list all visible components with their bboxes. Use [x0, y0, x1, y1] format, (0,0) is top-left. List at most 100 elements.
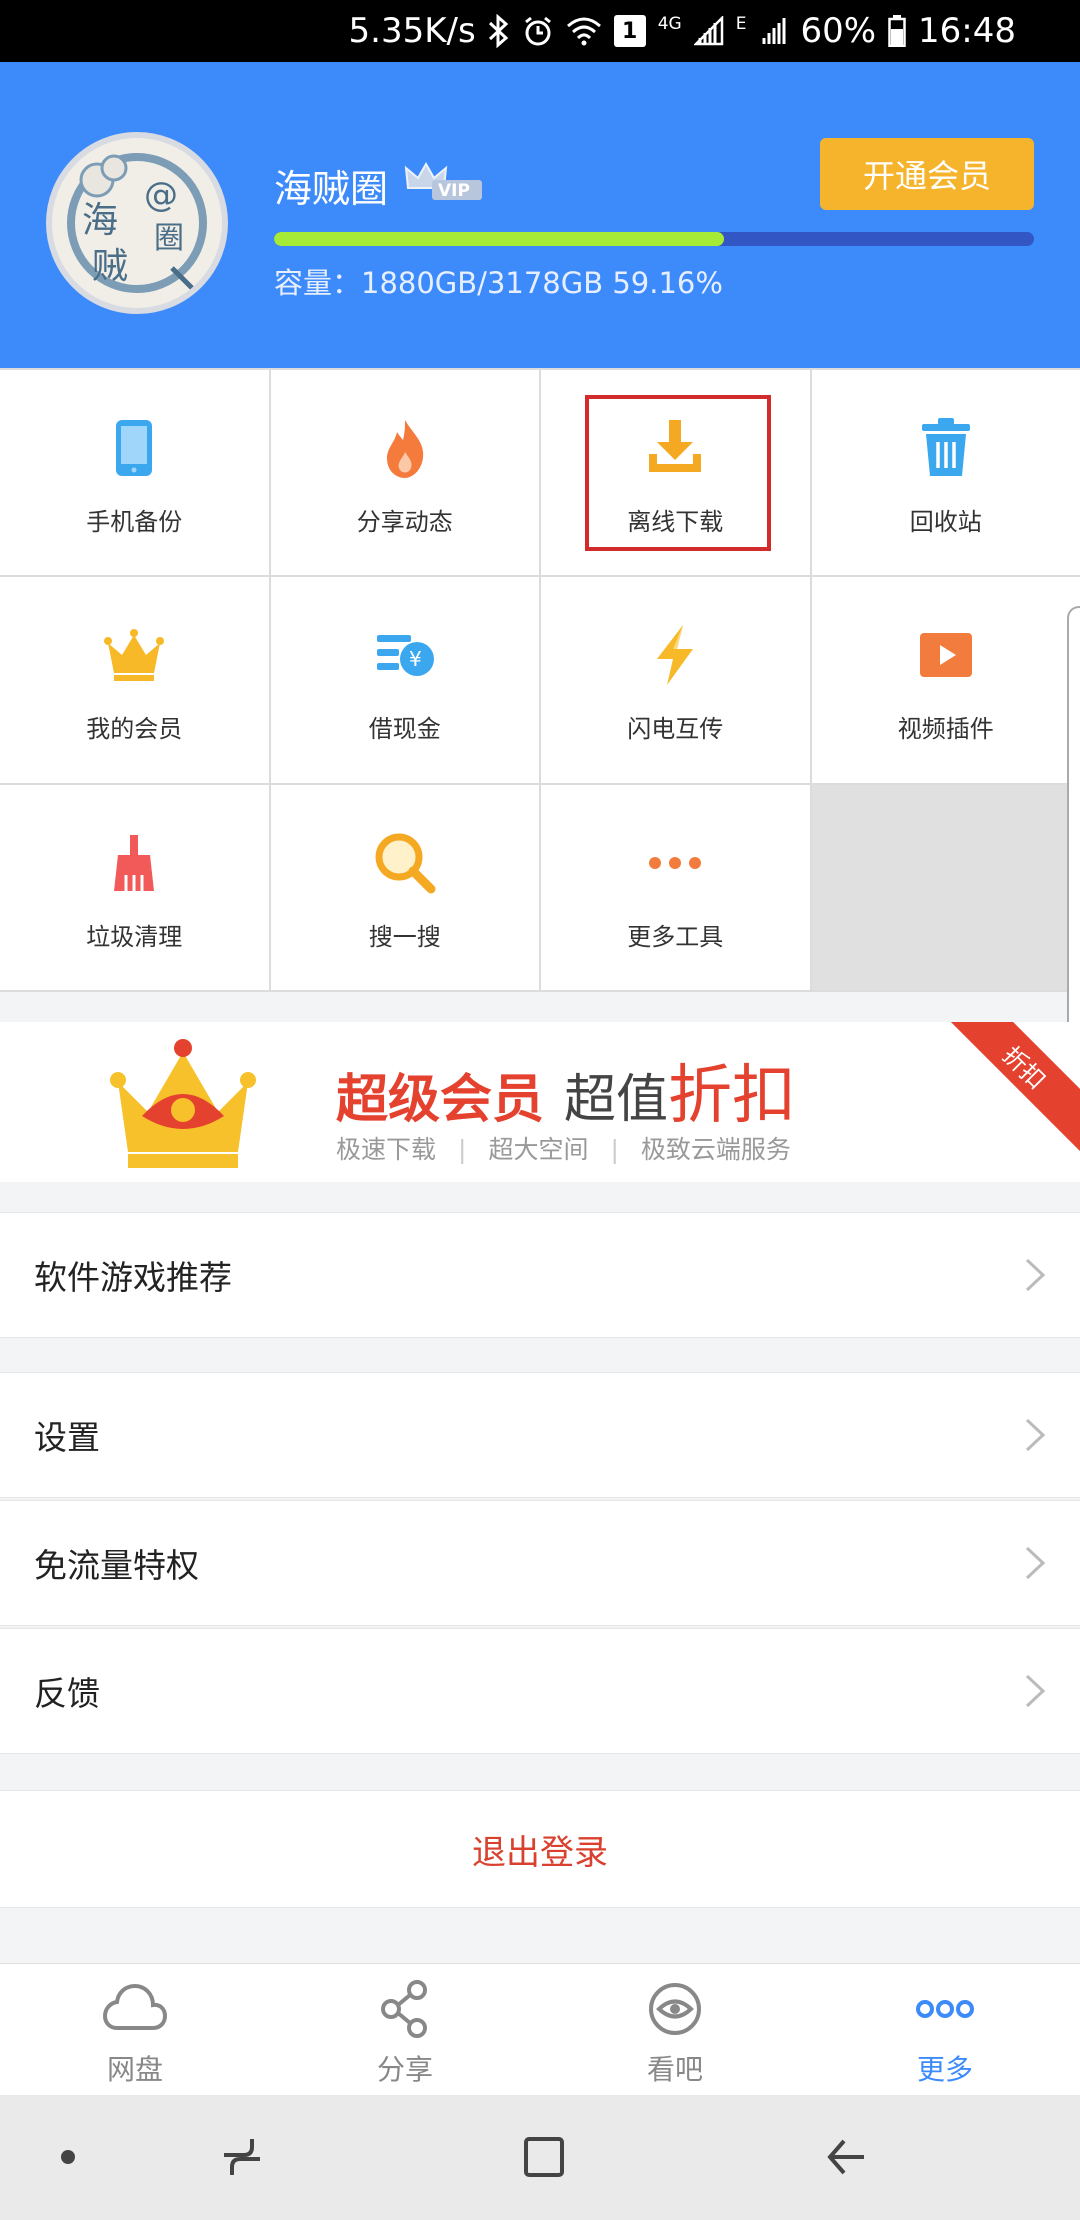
signal-icon-2	[758, 16, 788, 46]
vip-badge: VIP	[404, 160, 484, 202]
banner-sub-item: 极致云端服务	[640, 1135, 791, 1164]
more-dots-icon	[649, 856, 702, 869]
flame-icon	[386, 420, 423, 478]
cash-icon: ¥	[376, 635, 434, 677]
tab-more[interactable]: 更多	[810, 1964, 1080, 2095]
eye-icon	[649, 1983, 701, 2035]
tool-video-plugin[interactable]: 视频插件	[811, 577, 1080, 783]
tool-label: 手机备份	[86, 508, 183, 536]
banner-title-gray: 超值	[564, 1070, 669, 1130]
crown-icon	[110, 1039, 256, 1168]
profile-header: 海 贼 @ 圈 海贼圈 VIP 开通会员 容量：1880GB/3178GB 59…	[0, 62, 1080, 368]
banner-title: 超级会员 超值折扣	[336, 1044, 796, 1136]
tool-borrow-cash[interactable]: ¥ 借现金	[270, 577, 539, 783]
tool-label: 垃圾清理	[86, 922, 183, 951]
edge-panel-handle[interactable]	[1067, 606, 1080, 1056]
chevron-right-icon	[1025, 1674, 1046, 1708]
banner-sub-item: 超大空间	[488, 1135, 589, 1164]
avatar-char-at: @	[144, 175, 178, 215]
recent-apps-icon[interactable]	[212, 2127, 272, 2187]
vip-label: VIP	[438, 181, 470, 201]
avatar-char-hai: 海	[82, 200, 118, 241]
tool-offline-download[interactable]: 离线下载	[541, 370, 810, 576]
chevron-right-icon	[1025, 1546, 1046, 1580]
lightning-icon	[657, 625, 694, 686]
chevron-right-icon	[1025, 1258, 1046, 1292]
tool-recycle-bin[interactable]: 回收站	[811, 370, 1080, 576]
phone-icon	[116, 420, 153, 476]
tool-label: 更多工具	[627, 922, 724, 951]
tool-label: 闪电互传	[627, 715, 724, 744]
tool-flash-transfer[interactable]: 闪电互传	[541, 577, 810, 783]
vip-promo-banner[interactable]: 超级会员 超值折扣 极速下载 | 超大空间 | 极致云端服务 折扣	[0, 1022, 1080, 1182]
menu-free-data[interactable]: 免流量特权	[0, 1500, 1080, 1626]
trash-icon	[921, 418, 970, 476]
menu-label: 反馈	[34, 1674, 100, 1713]
tool-phone-backup[interactable]: 手机备份	[0, 370, 269, 576]
tool-label: 我的会员	[86, 715, 183, 744]
menu-label: 软件游戏推荐	[34, 1258, 232, 1297]
open-vip-button[interactable]: 开通会员	[820, 138, 1034, 210]
banner-sub-item: 极速下载	[336, 1135, 437, 1164]
banner-title-red: 超级会员	[336, 1070, 545, 1130]
clock-time: 16:48	[918, 11, 1016, 51]
storage-text: 容量：1880GB/3178GB 59.16%	[274, 266, 723, 300]
svg-text:¥: ¥	[409, 647, 422, 671]
home-icon[interactable]	[514, 2127, 574, 2187]
tab-cloud-disk[interactable]: 网盘	[0, 1964, 270, 2095]
tool-label: 借现金	[368, 715, 441, 744]
broom-icon	[114, 834, 155, 891]
network-4g-label: 4G	[657, 14, 682, 34]
logout-button[interactable]: 退出登录	[0, 1790, 1080, 1908]
menu-feedback[interactable]: 反馈	[0, 1628, 1080, 1754]
tool-label: 分享动态	[356, 508, 453, 536]
bottom-tab-bar: 网盘 分享 看吧 更多	[0, 1963, 1080, 2095]
video-icon	[919, 633, 972, 678]
discount-ribbon: 折扣	[939, 1022, 1080, 1153]
menu-recommend[interactable]: 软件游戏推荐	[0, 1212, 1080, 1338]
tool-label: 回收站	[909, 508, 982, 536]
battery-percent: 60%	[800, 11, 877, 51]
banner-subtitle: 极速下载 | 超大空间 | 极致云端服务	[336, 1130, 791, 1166]
tool-more-tools[interactable]: 更多工具	[541, 784, 810, 990]
storage-progress-fill	[274, 232, 724, 246]
wifi-icon	[566, 16, 602, 46]
cloud-icon	[102, 1983, 168, 2030]
avatar-char-quan: 圈	[154, 221, 184, 256]
network-speed: 5.35K/s	[348, 11, 476, 51]
tab-label: 分享	[376, 2053, 433, 2086]
tools-grid: 手机备份 分享动态 离线下载 回收站 我的会员 ¥ 借现金 闪电互传 视频插件 …	[0, 368, 1080, 992]
tool-my-vip[interactable]: 我的会员	[0, 577, 269, 783]
network-e-label: E	[735, 14, 747, 34]
banner-sub-separator: |	[458, 1135, 467, 1164]
tool-search[interactable]: 搜一搜	[270, 784, 539, 990]
avatar[interactable]: 海 贼 @ 圈	[46, 132, 228, 314]
tab-label: 网盘	[106, 2053, 163, 2086]
highlight-box	[585, 395, 771, 551]
more-icon	[916, 2000, 974, 2018]
sim-slot-badge: 1	[613, 15, 646, 47]
grid-empty-cell	[811, 784, 1080, 990]
tool-share-feed[interactable]: 分享动态	[270, 370, 539, 576]
signal-icon	[693, 16, 724, 46]
tool-junk-clean[interactable]: 垃圾清理	[0, 784, 269, 990]
system-navigation-bar	[0, 2095, 1080, 2220]
battery-icon	[888, 15, 906, 47]
tool-label: 搜一搜	[368, 922, 441, 951]
nav-dot-icon[interactable]	[38, 2127, 98, 2187]
share-icon	[381, 1980, 427, 2038]
banner-sub-separator: |	[610, 1135, 619, 1164]
tool-label: 视频插件	[897, 715, 994, 744]
banner-title-big: 折扣	[668, 1059, 797, 1133]
menu-label: 免流量特权	[34, 1546, 199, 1585]
status-bar: 5.35K/s 1 4G E 60% 16:48	[0, 0, 1080, 62]
tab-label: 看吧	[646, 2053, 703, 2086]
menu-settings[interactable]: 设置	[0, 1372, 1080, 1498]
chevron-right-icon	[1025, 1418, 1046, 1452]
back-icon[interactable]	[816, 2127, 876, 2187]
tab-watch[interactable]: 看吧	[540, 1964, 810, 2095]
tab-share[interactable]: 分享	[270, 1964, 540, 2095]
menu-label: 设置	[34, 1418, 100, 1457]
tab-label: 更多	[916, 2053, 973, 2086]
crown-icon	[104, 629, 165, 682]
